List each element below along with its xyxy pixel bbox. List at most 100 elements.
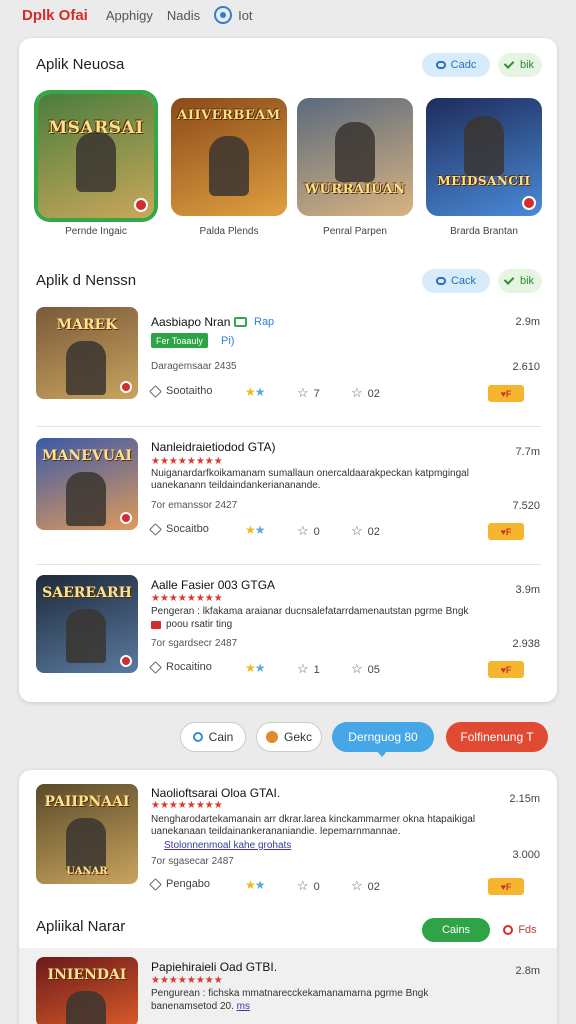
toggle-icon: [435, 277, 446, 285]
app-description: Pengeran : lkfakama araianar ducnsalefat…: [151, 606, 469, 617]
app-size: 2.9m: [515, 316, 540, 328]
meta-count-b[interactable]: ☆ 02: [351, 878, 380, 894]
star-outline-icon: ☆: [297, 385, 309, 400]
app-title[interactable]: Aalle Fasier 003 GTGA: [151, 578, 275, 592]
status-badge[interactable]: ♥ F: [488, 878, 524, 895]
meta-b-value: 02: [367, 388, 380, 400]
meta-tag-label: Sootaitho: [166, 385, 213, 397]
tag-label: Rap: [254, 316, 275, 328]
app-title[interactable]: Nanleidraietiodod GTA): [151, 440, 276, 454]
meta-tag-label: Socaitbo: [166, 523, 209, 535]
star-outline-icon: ☆: [297, 878, 309, 893]
flag-icon: [151, 621, 161, 629]
featured-check-pill[interactable]: bik: [498, 53, 542, 77]
download-button[interactable]: Dernguog 80: [332, 722, 434, 752]
app-meta: Rocaitino ★★ ☆ 1 ☆ 05 ♥ F: [149, 660, 541, 679]
top-bar: Dplk Ofai Apphigy Nadis Iot: [0, 0, 576, 30]
gift-button[interactable]: Gekc: [256, 722, 322, 752]
app-title[interactable]: Aasbiapo Nran: [151, 315, 230, 329]
star-outline-icon: ☆: [351, 878, 363, 893]
app-size: 7.7m: [515, 446, 540, 458]
app-size: 2.15m: [509, 793, 540, 805]
app-size: 2.8m: [515, 965, 540, 977]
tile-caption: Brarda Brantan: [450, 226, 518, 237]
pill-label: Cack: [450, 275, 477, 287]
tag-label: Pi): [221, 335, 235, 347]
soldier-figure-icon: [76, 132, 116, 192]
brand-logo[interactable]: Dplk Ofai: [22, 7, 88, 24]
featured-section-title: Aplik Neuosa: [36, 56, 125, 73]
list-check-pill[interactable]: bik: [498, 269, 542, 293]
app-thumbnail[interactable]: MAREK: [36, 307, 138, 399]
app-link[interactable]: ms: [237, 1001, 250, 1012]
mini-stars: ★★: [245, 385, 266, 399]
app-subtitle: 7or sgardsecr 2487: [151, 638, 238, 649]
game-tile[interactable]: MEIDSANCII: [426, 98, 542, 216]
nav-link-3[interactable]: Iot: [238, 8, 252, 23]
toggle-icon: [435, 61, 446, 69]
soldier-figure-icon: [209, 136, 249, 196]
app-value: 3.000: [512, 849, 540, 861]
star-outline-icon: ☆: [297, 523, 309, 538]
status-badge[interactable]: ♥ F: [488, 385, 524, 402]
chat-icon: [192, 732, 203, 742]
target-icon[interactable]: [214, 6, 233, 24]
app-meta: Socaitbo ★★ ☆ 0 ☆ 02 ♥ F: [149, 522, 541, 541]
check-icon: [503, 274, 515, 285]
check-icon: [503, 58, 515, 69]
lower-red-pill[interactable]: Fds: [498, 918, 542, 942]
rating-stars: ★★★★★★★★: [151, 975, 223, 986]
thumb-art-title: MANEVUAI: [42, 448, 132, 464]
meta-count-a[interactable]: ☆ 7: [297, 385, 320, 401]
list-filter-pill[interactable]: Cack: [422, 269, 490, 293]
nav-link-2[interactable]: Nadis: [167, 8, 200, 23]
star-outline-icon: ☆: [351, 385, 363, 400]
lower-green-pill[interactable]: Cains: [422, 918, 490, 942]
desc2-text: banenamsetod 20.: [151, 1001, 234, 1012]
soldier-figure-icon: [66, 472, 106, 526]
meta-count-a[interactable]: ☆ 0: [297, 878, 320, 894]
meta-b-value: 05: [367, 664, 380, 676]
thumb-art-subtitle: UANAR: [66, 866, 108, 877]
app-title[interactable]: Papiehiraieli Oad GTBI.: [151, 960, 277, 974]
tile-art-title: AIIVERBEAM: [177, 108, 281, 123]
game-tile[interactable]: WURRAIUAN: [297, 98, 413, 216]
divider: [36, 426, 541, 427]
soldier-figure-icon: [66, 609, 106, 663]
game-tile[interactable]: AIIVERBEAM: [171, 98, 287, 216]
status-badge[interactable]: ♥ F: [488, 661, 524, 678]
tile-art-title: WURRAIUAN: [304, 182, 406, 197]
status-badge[interactable]: ♥ F: [488, 523, 524, 540]
app-thumbnail[interactable]: INIENDAI: [36, 957, 138, 1024]
app-thumbnail[interactable]: MANEVUAI: [36, 438, 138, 530]
star-outline-icon: ☆: [351, 661, 363, 676]
meta-count-a[interactable]: ☆ 1: [297, 661, 320, 677]
soldier-figure-icon: [66, 341, 106, 395]
meta-count-b[interactable]: ☆ 05: [351, 661, 380, 677]
pointer-arrow-icon: [376, 750, 388, 757]
app-title[interactable]: Naolioftsarai Oloa GTAI.: [151, 786, 280, 800]
app-thumbnail[interactable]: PAIIPNAAI UANAR: [36, 784, 138, 884]
app-thumbnail[interactable]: SAEREARH: [36, 575, 138, 673]
button-label: Gekc: [283, 730, 312, 744]
meta-count-a[interactable]: ☆ 0: [297, 523, 320, 539]
app-value: 2.610: [512, 361, 540, 373]
tag-icon: [149, 384, 162, 398]
featured-filter-pill[interactable]: Cadc: [422, 53, 490, 77]
meta-a-value: 0: [313, 881, 320, 893]
rating-stars: ★★★★★★★★: [151, 456, 223, 467]
nav-link-1[interactable]: Apphigy: [106, 8, 153, 23]
meta-count-b[interactable]: ☆ 02: [351, 523, 380, 539]
meta-tag-label: Rocaitino: [166, 661, 212, 673]
badge-icon: [120, 381, 132, 393]
install-button[interactable]: Folfinenung T: [446, 722, 548, 752]
app-meta: Pengabo ★★ ☆ 0 ☆ 02 ♥ F: [149, 877, 541, 896]
featured-game-tile[interactable]: MSARSAI: [38, 94, 154, 218]
badge-label: F: [505, 881, 512, 892]
tile-caption: Palda Plends: [199, 226, 259, 237]
chat-button[interactable]: Cain: [180, 722, 246, 752]
meta-count-b[interactable]: ☆ 02: [351, 385, 380, 401]
meta-b-value: 02: [367, 881, 380, 893]
app-link[interactable]: Stolonnenmoal kahe grohats: [164, 840, 291, 851]
pill-label: bik: [519, 275, 535, 287]
